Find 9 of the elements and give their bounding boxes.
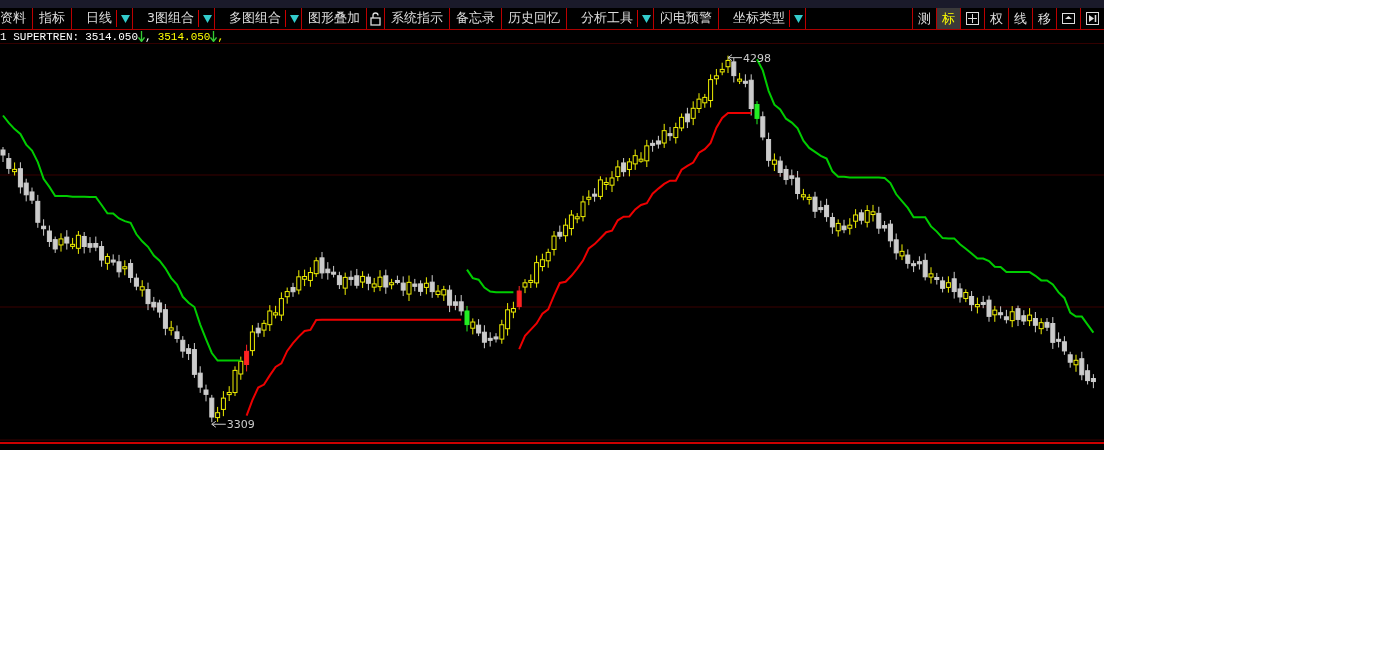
price-label: 3309: [226, 418, 255, 432]
toolbar-button[interactable]: 资料: [0, 8, 33, 29]
separator-text: ,: [217, 29, 225, 44]
indicator-value: 3514.050: [85, 29, 139, 44]
tool-button[interactable]: 标: [936, 8, 960, 29]
indicator-name: 1 SUPERTREN:: [0, 29, 80, 44]
separator-text: ,: [145, 29, 152, 44]
indicator-value: 3514.050: [157, 29, 211, 44]
price-label: 4298: [743, 51, 771, 65]
